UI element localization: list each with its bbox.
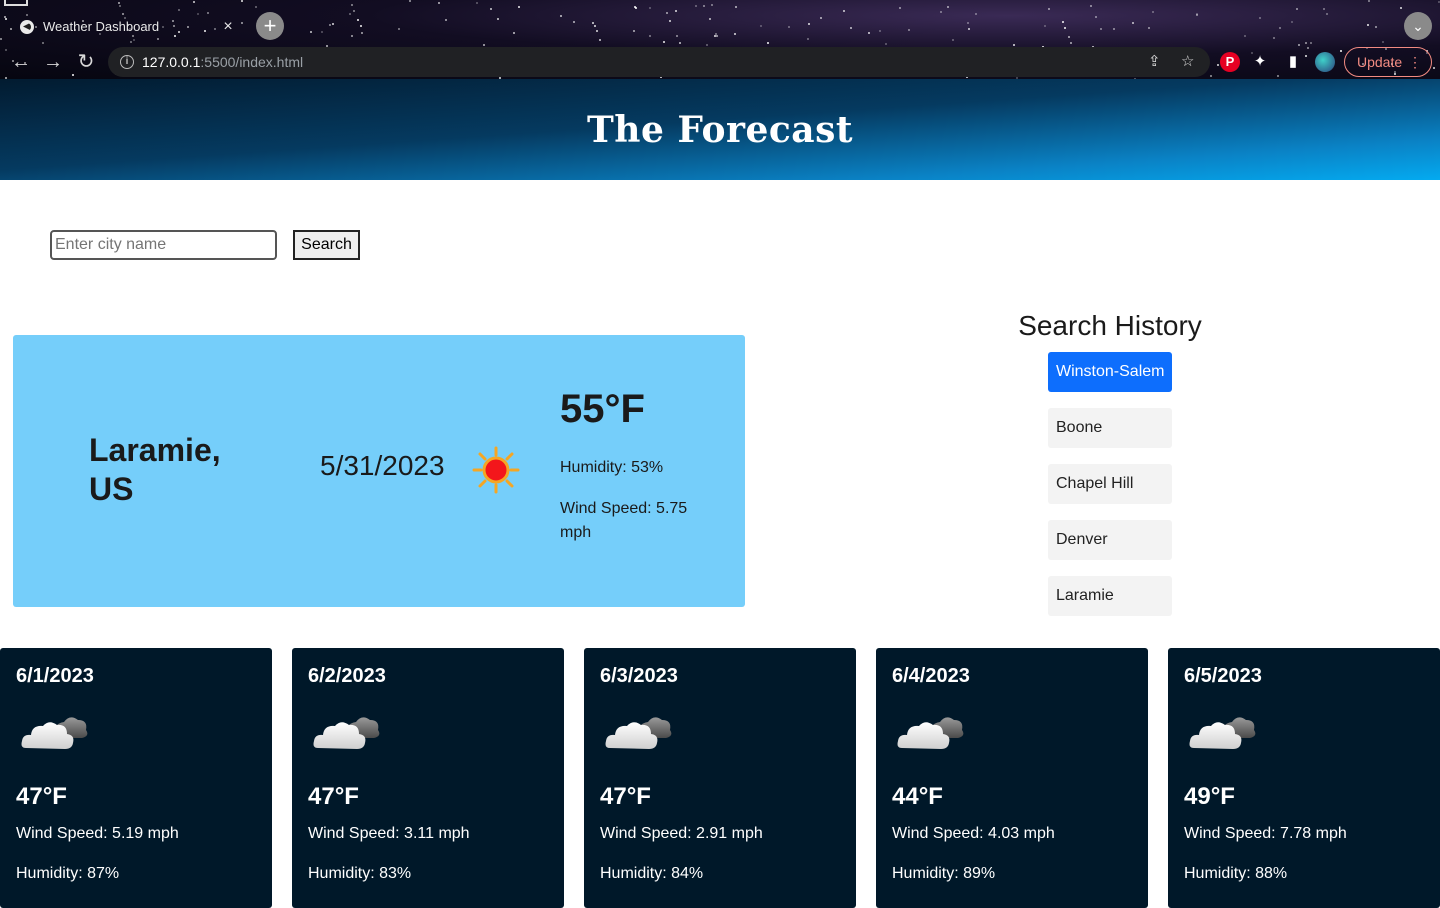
forward-arrow-icon[interactable]: → bbox=[40, 49, 66, 75]
forecast-card: 6/1/2023 47°F Wind Speed: 5.19 mph Humid… bbox=[0, 648, 272, 908]
history-item-laramie[interactable]: Laramie bbox=[1048, 576, 1172, 616]
close-tab-icon[interactable]: × bbox=[220, 18, 236, 36]
browser-toolbar: ← → ↻ i 127.0.0.1:5500/index.html ⇪ ☆ P … bbox=[0, 45, 1440, 79]
url-path: :5500/index.html bbox=[200, 54, 304, 70]
pinterest-extension-icon[interactable]: P bbox=[1220, 52, 1240, 72]
browser-menu-icon[interactable]: ⋮ bbox=[1408, 48, 1422, 76]
favicon-icon bbox=[20, 19, 34, 34]
forecast-date: 6/3/2023 bbox=[600, 665, 678, 687]
forecast-card: 6/4/2023 44°F Wind Speed: 4.03 mph Humid… bbox=[876, 648, 1148, 908]
forecast-wind-speed: Wind Speed: 3.11 mph bbox=[308, 825, 470, 842]
sun-icon bbox=[472, 446, 520, 494]
bookmark-star-icon[interactable]: ☆ bbox=[1181, 52, 1194, 70]
forecast-temperature: 44°F bbox=[892, 783, 943, 810]
profile-avatar[interactable] bbox=[1315, 52, 1335, 72]
side-panel-icon[interactable]: ▮ bbox=[1283, 52, 1303, 72]
tab-search-chevron-icon[interactable]: ⌄ bbox=[1404, 12, 1432, 40]
url-host: 127.0.0.1 bbox=[142, 54, 201, 70]
search-history-list: Winston-Salem Boone Chapel Hill Denver L… bbox=[990, 352, 1230, 632]
current-humidity: Humidity: 53% bbox=[560, 459, 664, 476]
forecast-card: 6/5/2023 49°F Wind Speed: 7.78 mph Humid… bbox=[1168, 648, 1440, 908]
forecast-wind-speed: Wind Speed: 4.03 mph bbox=[892, 825, 1055, 842]
forecast-humidity: Humidity: 89% bbox=[892, 865, 996, 882]
forecast-humidity: Humidity: 83% bbox=[308, 865, 412, 882]
tab-title: Weather Dashboard bbox=[43, 19, 160, 34]
cloud-icon bbox=[1188, 708, 1258, 758]
forecast-date: 6/5/2023 bbox=[1184, 665, 1262, 687]
cloud-icon bbox=[896, 708, 966, 758]
forecast-wind-speed: Wind Speed: 2.91 mph bbox=[600, 825, 763, 842]
forecast-humidity: Humidity: 84% bbox=[600, 865, 704, 882]
forecast-temperature: 47°F bbox=[16, 783, 67, 810]
forecast-wind-speed: Wind Speed: 7.78 mph bbox=[1184, 825, 1347, 842]
forecast-card: 6/3/2023 47°F Wind Speed: 2.91 mph Humid… bbox=[584, 648, 856, 908]
extensions-puzzle-icon[interactable]: ✦ bbox=[1250, 52, 1270, 72]
current-weather-card: Laramie, US 5/31/2023 55°F Humidity: 53%… bbox=[13, 335, 745, 607]
forecast-temperature: 49°F bbox=[1184, 783, 1235, 810]
current-wind-speed: Wind Speed: 5.75 mph bbox=[560, 500, 688, 541]
forecast-humidity: Humidity: 87% bbox=[16, 865, 120, 882]
search-history: Search History Winston-Salem Boone Chape… bbox=[990, 310, 1230, 632]
forecast-temperature: 47°F bbox=[308, 783, 359, 810]
page-title: The Forecast bbox=[586, 108, 853, 151]
browser-tab-active[interactable]: Weather Dashboard × bbox=[8, 8, 248, 45]
history-item-boone[interactable]: Boone bbox=[1048, 408, 1172, 448]
forecast-humidity: Humidity: 88% bbox=[1184, 865, 1288, 882]
tab-strip: Weather Dashboard × + ⌄ bbox=[0, 0, 1440, 45]
city-search-input[interactable] bbox=[50, 230, 277, 260]
current-date: 5/31/2023 bbox=[320, 450, 445, 481]
forecast-card: 6/2/2023 47°F Wind Speed: 3.11 mph Humid… bbox=[292, 648, 564, 908]
five-day-forecast: 6/1/2023 47°F Wind Speed: 5.19 mph Humid… bbox=[0, 648, 1440, 908]
cloud-icon bbox=[604, 708, 674, 758]
address-bar[interactable]: i 127.0.0.1:5500/index.html ⇪ ☆ bbox=[108, 47, 1210, 77]
current-temperature: 55°F bbox=[560, 387, 645, 431]
reload-icon[interactable]: ↻ bbox=[73, 49, 99, 75]
forecast-temperature: 47°F bbox=[600, 783, 651, 810]
search-history-title: Search History bbox=[1018, 310, 1202, 341]
browser-chrome: Weather Dashboard × + ⌄ ← → ↻ i 127.0.0.… bbox=[0, 0, 1440, 79]
cloud-icon bbox=[312, 708, 382, 758]
forecast-date: 6/1/2023 bbox=[16, 665, 94, 687]
cloud-icon bbox=[20, 708, 90, 758]
new-tab-button[interactable]: + bbox=[256, 12, 284, 40]
page-header: The Forecast bbox=[0, 79, 1440, 180]
update-label: Update bbox=[1357, 54, 1403, 70]
site-info-icon[interactable]: i bbox=[120, 55, 134, 69]
forecast-date: 6/4/2023 bbox=[892, 665, 970, 687]
update-button[interactable]: Update ⋮ bbox=[1344, 47, 1432, 77]
history-item-denver[interactable]: Denver bbox=[1048, 520, 1172, 560]
forecast-wind-speed: Wind Speed: 5.19 mph bbox=[16, 825, 179, 842]
forecast-date: 6/2/2023 bbox=[308, 665, 386, 687]
history-item-winston-salem[interactable]: Winston-Salem bbox=[1048, 352, 1172, 392]
search-button[interactable]: Search bbox=[293, 230, 360, 260]
history-item-chapel-hill[interactable]: Chapel Hill bbox=[1048, 464, 1172, 504]
search-form: Search bbox=[50, 230, 360, 260]
current-city: Laramie, US bbox=[89, 432, 221, 507]
share-icon[interactable]: ⇪ bbox=[1148, 52, 1161, 70]
back-arrow-icon[interactable]: ← bbox=[8, 49, 34, 75]
